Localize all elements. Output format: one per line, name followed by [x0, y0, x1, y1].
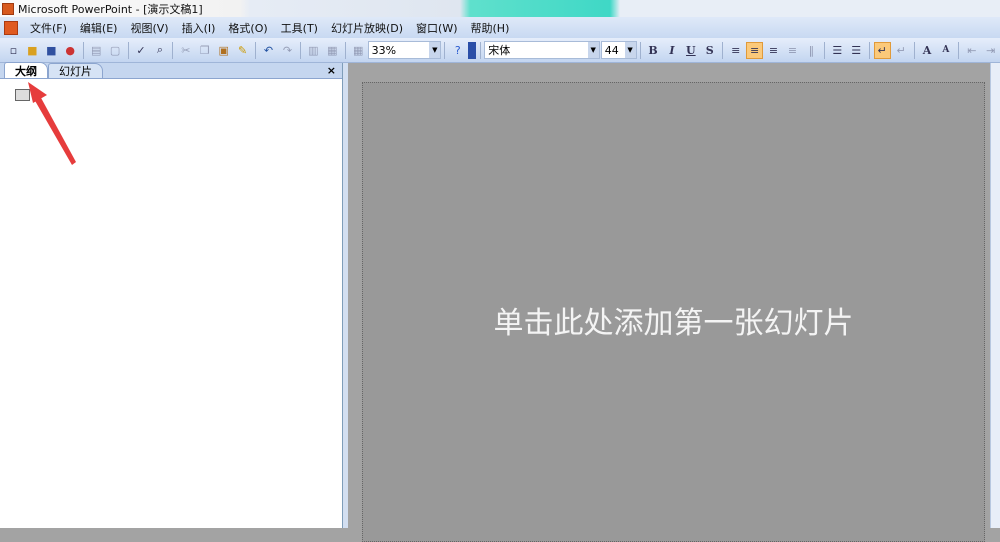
separator [958, 41, 960, 59]
chevron-down-icon[interactable]: ▼ [624, 42, 636, 58]
italic-button[interactable]: I [663, 42, 680, 59]
grid-icon[interactable]: ▦ [350, 42, 367, 59]
copy-icon[interactable]: ❐ [196, 42, 213, 59]
chevron-down-icon[interactable]: ▼ [587, 42, 599, 58]
insert-table-icon[interactable]: ▦ [324, 42, 341, 59]
numbering-icon[interactable]: ☰ [829, 42, 846, 59]
close-pane-button[interactable]: × [327, 64, 336, 77]
underline-button[interactable]: U [682, 42, 699, 59]
separator [127, 41, 129, 59]
bold-button[interactable]: B [645, 42, 662, 59]
increase-font-icon[interactable]: A [919, 42, 936, 59]
slide-canvas[interactable]: 单击此处添加第一张幻灯片 [362, 82, 985, 542]
separator [480, 41, 482, 59]
separator [344, 41, 346, 59]
separator [722, 41, 724, 59]
toolbar-options-icon[interactable] [468, 41, 477, 59]
justify-icon[interactable]: ≡ [784, 42, 801, 59]
toolbar: ▫ ■ ■ ● ▤ ▢ ✓ ⌕ ✂ ❐ ▣ ✎ ↶ ↷ ▥ ▦ ▦ 33% ▼ … [0, 38, 1000, 63]
shadow-button[interactable]: S [701, 42, 718, 59]
rtl-icon[interactable]: ↵ [893, 42, 910, 59]
separator [823, 41, 825, 59]
menu-format[interactable]: 格式(O) [228, 20, 267, 36]
research-icon[interactable]: ⌕ [151, 42, 168, 59]
separator [868, 41, 870, 59]
menu-tools[interactable]: 工具(T) [281, 20, 318, 36]
menu-bar: 文件(F) 编辑(E) 视图(V) 插入(I) 格式(O) 工具(T) 幻灯片放… [0, 17, 1000, 38]
cut-icon[interactable]: ✂ [177, 42, 194, 59]
font-select[interactable]: 宋体 ▼ [484, 41, 600, 59]
menu-window[interactable]: 窗口(W) [416, 20, 457, 36]
zoom-select[interactable]: 33% ▼ [367, 41, 442, 59]
annotation-arrow [28, 82, 76, 165]
paste-icon[interactable]: ▣ [215, 42, 232, 59]
separator [255, 41, 257, 59]
align-right-icon[interactable]: ≡ [765, 42, 782, 59]
increase-indent-icon[interactable]: ⇥ [982, 42, 999, 59]
align-left-icon[interactable]: ≡ [727, 42, 744, 59]
help-icon[interactable]: ? [449, 42, 466, 59]
align-center-icon[interactable]: ≡ [746, 41, 764, 59]
ltr-icon[interactable]: ↵ [873, 41, 891, 59]
print-preview-icon[interactable]: ▢ [107, 42, 124, 59]
format-painter-icon[interactable]: ✎ [234, 42, 251, 59]
zoom-value: 33% [371, 43, 397, 57]
title-placeholder[interactable]: 单击此处添加第一张幻灯片 [363, 298, 984, 342]
spelling-icon[interactable]: ✓ [133, 42, 150, 59]
insert-chart-icon[interactable]: ▥ [305, 42, 322, 59]
vertical-scrollbar[interactable] [990, 63, 1000, 528]
menu-slideshow[interactable]: 幻灯片放映(D) [331, 20, 403, 36]
separator [444, 41, 446, 59]
bullets-icon[interactable]: ☰ [848, 42, 865, 59]
separator [172, 41, 174, 59]
chevron-down-icon[interactable]: ▼ [429, 42, 441, 58]
font-size-select[interactable]: 44 ▼ [600, 41, 637, 59]
undo-icon[interactable]: ↶ [260, 42, 277, 59]
separator [913, 41, 915, 59]
separator [299, 41, 301, 59]
font-value: 宋体 [488, 44, 511, 57]
decrease-indent-icon[interactable]: ⇤ [963, 42, 980, 59]
menu-view[interactable]: 视图(V) [130, 20, 168, 36]
distribute-icon[interactable]: ‖ [803, 42, 820, 59]
decrease-font-icon[interactable]: A [937, 42, 954, 59]
title-bar: Microsoft PowerPoint - [演示文稿1] [0, 0, 1000, 17]
menu-insert[interactable]: 插入(I) [182, 20, 216, 36]
menu-help[interactable]: 帮助(H) [471, 20, 510, 36]
redo-icon[interactable]: ↷ [279, 42, 296, 59]
separator [639, 41, 641, 59]
font-size-value: 44 [604, 43, 619, 57]
pane-splitter[interactable] [343, 63, 348, 528]
